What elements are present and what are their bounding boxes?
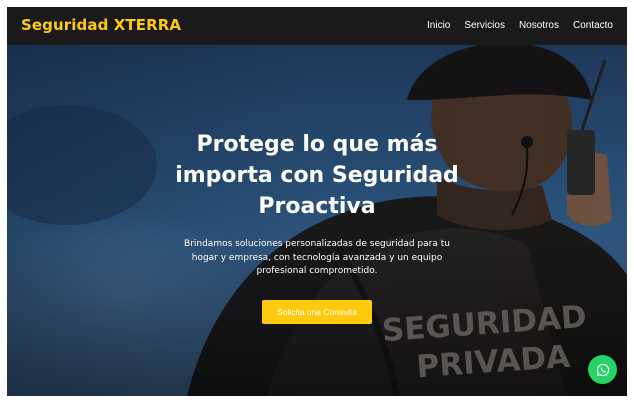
hero-description-line-3: profesional comprometido. <box>256 266 378 276</box>
hero-description-line-2: hogar y empresa, con tecnología avanzada… <box>191 252 443 263</box>
nav-menu: Inicio Servicios Nosotros Contacto <box>427 20 613 31</box>
browser-viewport: Seguridad XTERRA Inicio Servicios Nosotr… <box>7 7 627 396</box>
hero-section: SEGURIDAD PRIVADA Protege lo que más imp… <box>7 45 627 396</box>
hero-description-line-1: Brindamos soluciones personalizadas de s… <box>184 239 450 249</box>
request-consultation-button[interactable]: Solicita una Consulta <box>262 299 372 324</box>
nav-link-servicios[interactable]: Servicios <box>464 20 505 31</box>
hero-headline-line-2: importa con Seguridad <box>175 163 459 188</box>
nav-link-contacto[interactable]: Contacto <box>573 20 613 31</box>
hero-headline-line-3: Proactiva <box>258 194 376 219</box>
whatsapp-icon <box>596 363 609 376</box>
hero-headline: Protege lo que más importa con Seguridad… <box>167 129 467 222</box>
hero-description: Brindamos soluciones personalizadas de s… <box>171 238 463 279</box>
whatsapp-button[interactable] <box>588 355 617 384</box>
nav-link-nosotros[interactable]: Nosotros <box>519 20 559 31</box>
navbar: Seguridad XTERRA Inicio Servicios Nosotr… <box>7 7 627 45</box>
hero-headline-line-1: Protege lo que más <box>196 132 438 157</box>
brand-logo[interactable]: Seguridad XTERRA <box>21 16 181 34</box>
nav-link-inicio[interactable]: Inicio <box>427 20 450 31</box>
hero-content: Protege lo que más importa con Seguridad… <box>167 129 467 324</box>
